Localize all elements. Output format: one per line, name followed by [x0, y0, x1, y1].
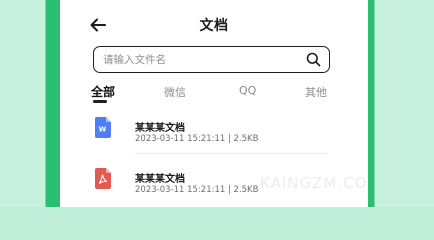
file-meta: 2023-03-11 15:21:11 | 2.5KB [135, 185, 259, 195]
pdf-doc-icon [95, 168, 111, 189]
search-input[interactable] [103, 51, 293, 69]
tab-qq[interactable]: QQ [239, 84, 256, 97]
word-icon-letter: W [99, 126, 107, 134]
watermark: KAINGZM.COM [260, 174, 368, 192]
page-title: 文档 [199, 18, 229, 34]
word-doc-icon: W [95, 117, 111, 138]
nav-bar: 文档 [60, 0, 368, 44]
search-icon[interactable] [306, 52, 321, 67]
tab-wechat[interactable]: 微信 [164, 84, 186, 100]
file-name: 某某某文档 [135, 174, 185, 185]
app-screen: 文档 全部 微信 QQ 其他 W 某某某文档 2023-03-11 15:21:… [60, 0, 368, 207]
tab-bar: 全部 微信 QQ 其他 [60, 82, 368, 106]
active-tab-indicator [93, 100, 107, 103]
file-name: 某某某文档 [135, 123, 185, 134]
file-meta: 2023-03-11 15:21:11 | 2.5KB [135, 134, 259, 144]
tab-other[interactable]: 其他 [305, 84, 327, 100]
file-list-item[interactable]: W 某某某文档 2023-03-11 15:21:11 | 2.5KB [60, 117, 368, 163]
device-frame-right [368, 0, 434, 207]
device-frame-left [0, 0, 60, 207]
list-divider [135, 153, 328, 154]
tab-all[interactable]: 全部 [91, 83, 115, 100]
search-bar [93, 46, 330, 73]
